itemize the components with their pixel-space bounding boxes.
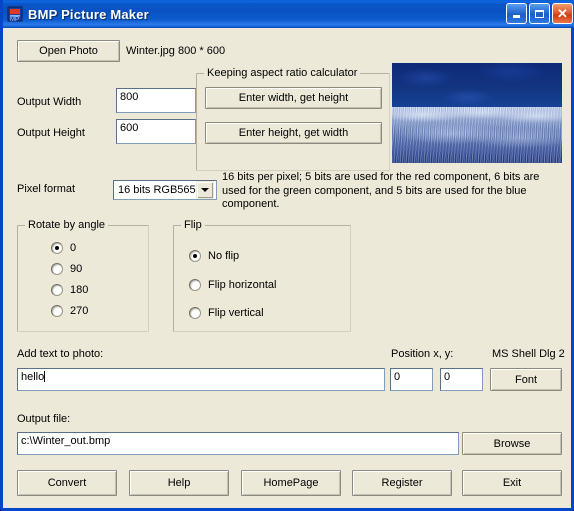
position-label: Position x, y:: [391, 348, 454, 360]
position-y-input[interactable]: 0: [440, 368, 483, 391]
add-text-value: hello: [21, 371, 45, 383]
flip-group-title: Flip: [181, 219, 205, 231]
font-button[interactable]: Font: [490, 368, 562, 391]
radio-flip-horizontal[interactable]: Flip horizontal: [189, 279, 276, 291]
photo-snow-region: [392, 107, 562, 163]
radio-rotate-270[interactable]: 270: [51, 305, 88, 317]
photo-sky-region: [392, 63, 562, 112]
title-bar[interactable]: MP BMP Picture Maker ✕: [3, 0, 574, 29]
add-text-label: Add text to photo:: [17, 348, 104, 360]
radio-label-rotate-90: 90: [70, 263, 83, 275]
maximize-icon: [535, 9, 544, 18]
enter-height-get-width-button[interactable]: Enter height, get width: [205, 122, 382, 144]
radio-icon-flip-vertical[interactable]: [189, 307, 201, 319]
svg-text:MP: MP: [10, 17, 19, 22]
position-x-input[interactable]: 0: [390, 368, 433, 391]
aspect-ratio-group-title: Keeping aspect ratio calculator: [204, 67, 361, 79]
photo-thumbnail: [392, 63, 562, 163]
radio-rotate-90[interactable]: 90: [51, 263, 82, 275]
enter-width-get-height-button[interactable]: Enter width, get height: [205, 87, 382, 109]
exit-button[interactable]: Exit: [462, 470, 562, 496]
text-caret: [44, 371, 46, 382]
output-width-label: Output Width: [17, 96, 82, 108]
output-width-input[interactable]: 800: [116, 88, 196, 113]
register-button[interactable]: Register: [352, 470, 452, 496]
radio-icon-rotate-90[interactable]: [51, 263, 63, 275]
radio-label-rotate-270: 270: [70, 305, 89, 317]
radio-icon-no-flip[interactable]: [189, 250, 201, 262]
radio-label-rotate-0: 0: [70, 242, 77, 254]
radio-label-flip-horizontal: Flip horizontal: [208, 279, 277, 291]
radio-label-flip-vertical: Flip vertical: [208, 307, 264, 319]
radio-no-flip[interactable]: No flip: [189, 250, 239, 262]
help-button[interactable]: Help: [129, 470, 229, 496]
radio-icon-flip-horizontal[interactable]: [189, 279, 201, 291]
output-height-input[interactable]: 600: [116, 119, 196, 144]
open-photo-button[interactable]: Open Photo: [17, 40, 120, 62]
close-icon: ✕: [557, 5, 568, 21]
radio-icon-rotate-180[interactable]: [51, 284, 63, 296]
pixel-format-value: 16 bits RGB565: [118, 184, 196, 196]
caption-buttons: ✕: [506, 3, 573, 24]
app-window: MP BMP Picture Maker ✕ Open Photo Winter…: [0, 0, 574, 511]
pixel-format-select[interactable]: 16 bits RGB565: [113, 180, 217, 200]
radio-rotate-0[interactable]: 0: [51, 242, 76, 254]
pixel-format-label: Pixel format: [17, 183, 76, 195]
pixel-format-description: 16 bits per pixel; 5 bits are used for t…: [222, 171, 540, 210]
add-text-input[interactable]: hello: [17, 368, 385, 391]
output-file-label: Output file:: [17, 413, 71, 425]
rotate-group-title: Rotate by angle: [25, 219, 109, 231]
output-height-label: Output Height: [17, 127, 85, 139]
chevron-down-icon[interactable]: [196, 181, 214, 199]
client-area: Open Photo Winter.jpg 800 * 600 Output W…: [3, 28, 571, 508]
bmp-app-icon: MP: [7, 6, 23, 23]
radio-label-no-flip: No flip: [208, 250, 240, 262]
output-file-input[interactable]: c:\Winter_out.bmp: [17, 432, 459, 455]
convert-button[interactable]: Convert: [17, 470, 117, 496]
maximize-button[interactable]: [529, 3, 550, 24]
radio-icon-rotate-0[interactable]: [51, 242, 63, 254]
radio-flip-vertical[interactable]: Flip vertical: [189, 307, 264, 319]
font-name-label: MS Shell Dlg 2: [492, 348, 565, 360]
file-info-label: Winter.jpg 800 * 600: [126, 45, 226, 57]
minimize-icon: [513, 15, 520, 18]
close-button[interactable]: ✕: [552, 3, 573, 24]
radio-label-rotate-180: 180: [70, 284, 89, 296]
minimize-button[interactable]: [506, 3, 527, 24]
browse-button[interactable]: Browse: [462, 432, 562, 455]
radio-icon-rotate-270[interactable]: [51, 305, 63, 317]
homepage-button[interactable]: HomePage: [241, 470, 341, 496]
window-title: BMP Picture Maker: [28, 6, 149, 22]
radio-rotate-180[interactable]: 180: [51, 284, 88, 296]
